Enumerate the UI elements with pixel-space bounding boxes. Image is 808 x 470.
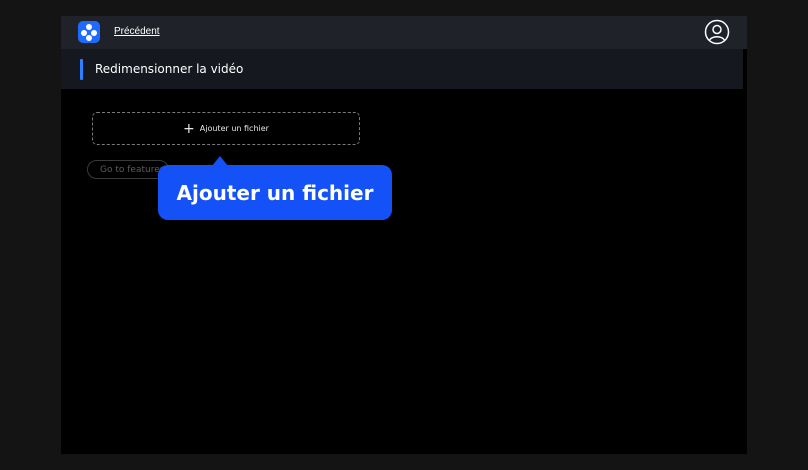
add-file-dropzone[interactable]: + Ajouter un fichier	[92, 112, 360, 145]
back-link[interactable]: Précédent	[114, 26, 160, 37]
go-to-features-button[interactable]: Go to features	[87, 160, 169, 179]
top-bar: Précédent	[61, 16, 747, 49]
add-file-tooltip: Ajouter un fichier	[158, 165, 392, 220]
app-logo-icon[interactable]	[78, 21, 100, 43]
page-title: Redimensionner la vidéo	[95, 62, 244, 76]
user-account-icon[interactable]	[704, 19, 730, 45]
section-accent-bar	[80, 59, 83, 80]
add-file-label: Ajouter un fichier	[199, 124, 269, 133]
plus-icon: +	[183, 120, 195, 137]
app-window: Précédent Redimensionner la vidéo + Ajou…	[61, 16, 747, 454]
logo-dot	[86, 24, 92, 30]
logo-dot	[91, 30, 97, 36]
section-header: Redimensionner la vidéo	[61, 49, 743, 89]
logo-dot	[86, 35, 92, 41]
